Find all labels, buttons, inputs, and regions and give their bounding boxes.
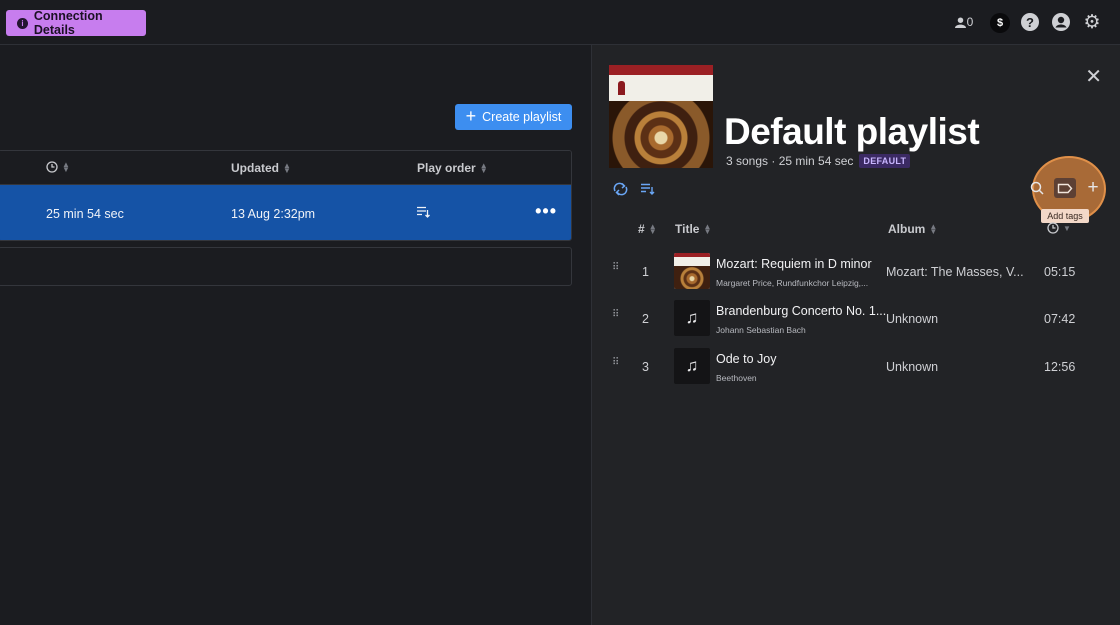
song-number: 2 [642, 312, 649, 326]
user-count-value: 0 [966, 15, 974, 29]
song-thumbnail [674, 253, 710, 289]
playlists-table: ▲ ▼ Updated ▲ ▼ Play order ▲ ▼ 25 min 54 se… [0, 150, 572, 241]
account-icon[interactable] [1052, 13, 1070, 31]
table-header: ▲ ▼ Updated ▲ ▼ Play order ▲ ▼ [0, 151, 571, 185]
playlist-title: Default playlist [724, 111, 980, 152]
song-row[interactable]: ⠿ 3 ♫ Ode to Joy Beethoven Unknown 12:56 [592, 343, 1120, 389]
song-artist: Johann Sebastian Bach [716, 325, 806, 335]
sort-icon: ▲ ▼ [62, 160, 70, 174]
sort-icon: ▲ ▼ [929, 222, 938, 236]
song-row[interactable]: ⠿ 2 ♫ Brandenburg Concerto No. 1... Joha… [592, 295, 1120, 341]
more-icon[interactable]: ••• [535, 201, 557, 222]
updated-column-header[interactable]: Updated ▲ ▼ [231, 161, 291, 175]
song-title: Ode to Joy [716, 352, 777, 366]
number-column-label: # [638, 222, 645, 236]
create-playlist-label: Create playlist [482, 110, 562, 124]
table-row[interactable]: 25 min 54 sec 13 Aug 2:32pm ••• [0, 185, 571, 240]
add-tags-tooltip: Add tags [1041, 209, 1089, 223]
help-icon[interactable]: ? [1021, 13, 1039, 31]
sort-icon: ▲ ▼ [479, 161, 488, 175]
song-artist: Margaret Price, Rundfunkchor Leipzig,... [716, 278, 869, 288]
song-title: Brandenburg Concerto No. 1... [716, 304, 887, 318]
user-icon [954, 16, 966, 28]
add-icon[interactable]: + [1084, 177, 1102, 198]
drag-handle-icon[interactable]: ⠿ [612, 310, 619, 320]
sort-icon: ▼ [1063, 223, 1071, 233]
song-album: Unknown [886, 360, 939, 374]
song-number: 1 [642, 265, 649, 279]
shuffle-icon[interactable] [611, 181, 629, 197]
sort-icon: ▲ ▼ [703, 222, 712, 236]
playlist-summary: 3 songs · 25 min 54 sec [726, 154, 854, 168]
default-badge: DEFAULT [859, 154, 911, 168]
row-updated: 13 Aug 2:32pm [231, 207, 316, 221]
playlist-panel: ✕ Default playlist 3 songs · 25 min 54 s… [591, 45, 1120, 625]
number-column-header[interactable]: # ▲ ▼ [638, 222, 657, 236]
duration-column-header[interactable]: ▼ [1047, 222, 1071, 234]
connection-details-label: Connection Details [33, 9, 103, 37]
clock-icon [46, 161, 58, 173]
info-icon: i [17, 17, 28, 29]
play-order-icon [417, 206, 430, 221]
song-title: Mozart: Requiem in D minor [716, 257, 872, 271]
search-icon[interactable] [1028, 179, 1046, 197]
album-column-header[interactable]: Album ▲ ▼ [888, 222, 937, 236]
song-duration: 07:42 [1044, 312, 1076, 326]
settings-icon[interactable]: ⚙ [1083, 12, 1101, 33]
sort-icon: ▲ ▼ [648, 222, 657, 236]
playlist-meta: 3 songs · 25 min 54 sec DEFAULT [726, 154, 911, 168]
duration-column-header[interactable]: ▲ ▼ [46, 160, 70, 174]
row-duration: 25 min 54 sec [46, 207, 124, 221]
song-number: 3 [642, 360, 649, 374]
song-duration: 12:56 [1044, 360, 1076, 374]
song-row[interactable]: ⠿ 1 Mozart: Requiem in D minor Margaret … [592, 248, 1120, 294]
create-playlist-button[interactable]: + Create playlist [455, 104, 572, 130]
music-note-icon: ♫ [674, 348, 710, 384]
plus-icon: + [465, 106, 477, 126]
title-column-label: Title [675, 222, 700, 236]
play-order-column-label: Play order [417, 161, 476, 175]
tag-icon[interactable] [1054, 178, 1076, 198]
empty-row [0, 247, 572, 286]
updated-column-label: Updated [231, 161, 279, 175]
song-artist: Beethoven [716, 373, 757, 383]
song-duration: 05:15 [1044, 265, 1076, 279]
title-column-header[interactable]: Title ▲ ▼ [675, 222, 711, 236]
music-note-icon: ♫ [674, 300, 710, 336]
drag-handle-icon[interactable]: ⠿ [612, 263, 619, 273]
drag-handle-icon[interactable]: ⠿ [612, 358, 619, 368]
user-count-button[interactable]: 0 [952, 12, 976, 32]
playlist-cover-art [609, 65, 713, 168]
play-order-icon[interactable] [639, 181, 657, 197]
song-album: Mozart: The Masses, V... [886, 265, 1024, 279]
connection-details-button[interactable]: i Connection Details [6, 9, 146, 37]
play-order-column-header[interactable]: Play order ▲ ▼ [417, 161, 488, 175]
song-album: Unknown [886, 312, 939, 326]
clock-icon [1047, 222, 1059, 234]
dollar-icon[interactable]: $ [990, 13, 1010, 33]
album-column-label: Album [888, 222, 926, 236]
top-bar: i Connection Details 0 $ ? ⚙ [0, 0, 1120, 45]
sort-icon: ▲ ▼ [283, 161, 291, 175]
close-icon[interactable]: ✕ [1085, 67, 1102, 87]
